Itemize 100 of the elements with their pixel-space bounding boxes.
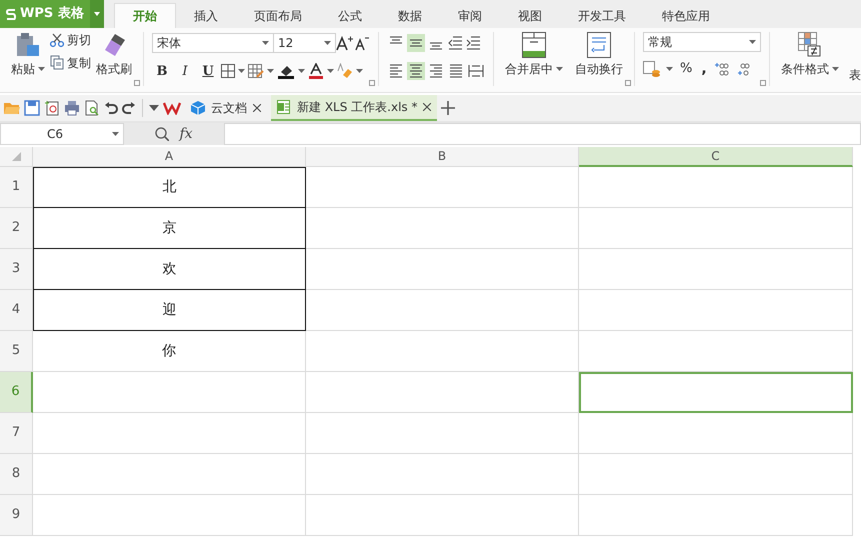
grid-cell[interactable] [579,454,853,495]
align-left-button[interactable] [387,62,405,80]
printer-icon[interactable] [64,100,80,116]
caret-icon[interactable] [749,40,756,44]
bold-button[interactable]: B [152,61,172,81]
caret-icon[interactable] [267,69,274,73]
grid-cell[interactable]: 北 [33,167,306,208]
caret-icon[interactable] [666,67,673,71]
print-preview-icon[interactable] [84,100,100,116]
grid-cell[interactable] [579,495,853,536]
ribbon-tab[interactable]: 公式 [320,4,380,28]
grid-cell[interactable]: 京 [33,208,306,249]
caret-icon[interactable] [38,67,45,71]
number-format-field[interactable]: 常规 [643,32,761,52]
document-tab[interactable]: 云文档 [185,95,267,121]
italic-button[interactable]: I [175,61,195,81]
cut-button[interactable]: 剪切 [48,32,93,48]
align-middle-button[interactable] [407,34,425,52]
ribbon-tab[interactable]: 数据 [380,4,440,28]
grid-cell[interactable] [579,331,853,372]
grid-cell[interactable] [579,290,853,331]
undo-icon[interactable] [104,101,118,115]
insert-function-button[interactable]: fx [179,126,193,142]
close-icon[interactable] [253,104,261,112]
redo-icon[interactable] [122,101,136,115]
app-menu-button[interactable] [90,0,104,28]
font-name-field[interactable]: 宋体 [152,33,274,53]
new-tab-icon[interactable] [441,101,456,115]
dialog-launcher-icon[interactable] [134,80,140,86]
conditional-format-button[interactable]: 条件格式 [778,32,842,82]
save-icon[interactable] [24,100,40,116]
grid-cell[interactable] [306,331,579,372]
wrap-text-button[interactable]: 自动换行 [572,32,626,82]
grid-cell[interactable] [579,249,853,290]
row-header[interactable]: 4 [0,290,33,331]
dropdown-caret-icon[interactable] [149,105,159,111]
decrease-indent-icon[interactable] [447,35,463,51]
align-distributed-button[interactable] [467,62,485,80]
dialog-launcher-icon[interactable] [369,80,375,86]
caret-icon[interactable] [832,67,839,71]
w-logo-icon[interactable] [163,101,181,115]
ribbon-tab[interactable]: 特色应用 [644,4,728,28]
formula-input[interactable] [224,123,861,145]
active-cell[interactable] [579,372,853,413]
grid-cell[interactable] [306,167,579,208]
grid-cell[interactable] [306,290,579,331]
column-header[interactable]: C [579,147,853,167]
row-header[interactable]: 5 [0,331,33,372]
font-color-icon[interactable] [308,63,324,79]
caret-icon[interactable] [262,41,269,45]
grid-cell[interactable] [33,413,306,454]
dialog-launcher-icon[interactable] [760,80,766,86]
fill-color-icon[interactable] [277,63,295,79]
underline-button[interactable]: U [198,61,218,81]
caret-icon[interactable] [356,69,363,73]
borders-icon[interactable] [221,64,235,78]
grid-cell[interactable] [579,413,853,454]
ribbon-tab[interactable]: 插入 [176,4,236,28]
comma-button[interactable]: , [699,60,709,78]
row-header[interactable]: 8 [0,454,33,495]
grow-font-icon[interactable] [336,35,354,51]
grid-cell[interactable] [306,454,579,495]
dialog-launcher-icon[interactable] [625,80,631,86]
cell-style-icon[interactable] [248,64,264,78]
column-header[interactable]: A [33,147,306,167]
close-icon[interactable] [423,103,432,111]
merge-center-button[interactable]: 合并居中 [502,32,566,82]
row-header[interactable]: 1 [0,167,33,208]
increase-decimal-icon[interactable] [714,61,730,77]
grid-cell[interactable] [306,208,579,249]
name-box[interactable]: C6 [0,123,124,145]
grid-cell[interactable] [306,372,579,413]
format-painter-button[interactable]: 格式刷 [93,32,135,82]
caret-icon[interactable] [324,41,331,45]
caret-icon[interactable] [298,69,305,73]
align-right-button[interactable] [427,62,445,80]
caret-icon[interactable] [327,69,334,73]
ribbon-tab[interactable]: 页面布局 [236,4,320,28]
shrink-font-icon[interactable] [354,35,370,51]
grid-cell[interactable] [306,495,579,536]
grid-cell[interactable] [306,413,579,454]
grid-cell[interactable]: 你 [33,331,306,372]
column-header[interactable]: B [306,147,579,167]
grid-cell[interactable] [579,208,853,249]
align-justify-button[interactable] [447,62,465,80]
document-tab[interactable]: 新建 XLS 工作表.xls * [271,95,438,121]
paste-button[interactable]: 粘贴 [8,32,48,82]
row-header[interactable]: 7 [0,413,33,454]
caret-icon[interactable] [112,132,119,136]
copy-button[interactable]: 复制 [48,54,93,72]
grid-cell[interactable] [33,372,306,413]
caret-icon[interactable] [556,67,563,71]
percent-button[interactable]: % [678,60,694,78]
grid-cell[interactable] [306,249,579,290]
currency-icon[interactable] [643,61,661,77]
row-header[interactable]: 2 [0,208,33,249]
increase-indent-icon[interactable] [465,35,481,51]
caret-icon[interactable] [238,69,245,73]
grid-cell[interactable]: 迎 [33,290,306,331]
align-center-button[interactable] [407,62,425,80]
